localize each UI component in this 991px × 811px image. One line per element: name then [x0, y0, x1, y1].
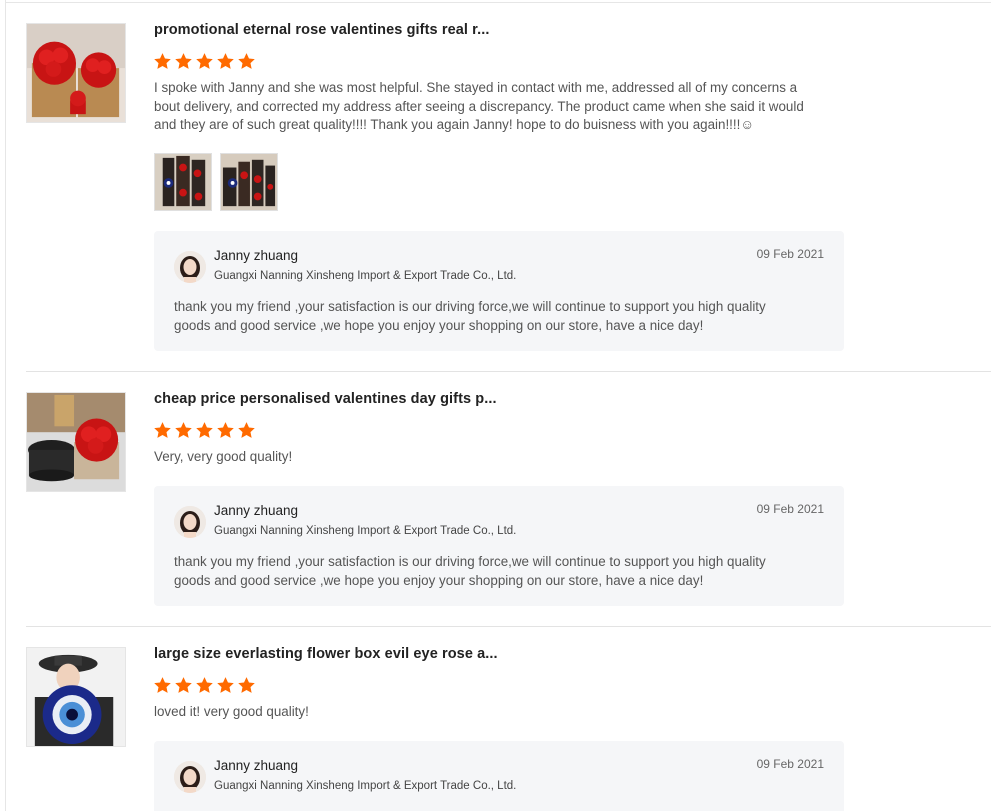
star-rating — [153, 676, 256, 696]
reply-author-name: Janny zhuang — [214, 758, 299, 773]
rose-box-image — [27, 393, 125, 491]
review-product-title[interactable]: cheap price personalised valentines day … — [154, 391, 497, 407]
reply-author-name: Janny zhuang — [214, 503, 299, 518]
star-icon — [174, 52, 193, 72]
review-text: Very, very good quality! — [154, 449, 293, 464]
star-icon — [153, 421, 172, 441]
seller-avatar-image — [174, 251, 206, 283]
star-icon — [195, 421, 214, 441]
star-rating — [153, 52, 256, 72]
product-thumbnail[interactable] — [26, 647, 126, 747]
avatar — [174, 251, 206, 283]
avatar — [174, 761, 206, 793]
star-icon — [216, 421, 235, 441]
review-item: promotional eternal rose valentines gift… — [0, 0, 991, 371]
review-item: cheap price personalised valentines day … — [0, 371, 991, 626]
star-icon — [174, 421, 193, 441]
star-icon — [237, 676, 256, 696]
seller-avatar-image — [174, 761, 206, 793]
reply-text: thank you my friend ,your satisfaction i… — [174, 299, 766, 333]
star-icon — [216, 52, 235, 72]
star-icon — [195, 676, 214, 696]
reviews-page: promotional eternal rose valentines gift… — [0, 0, 991, 811]
review-item: large size everlasting flower box evil e… — [0, 626, 991, 811]
reply-date: 09 Feb 2021 — [756, 502, 824, 516]
product-thumbnail[interactable] — [26, 23, 126, 123]
reply-date: 09 Feb 2021 — [756, 247, 824, 261]
star-icon — [216, 676, 235, 696]
reply-company-name: Guangxi Nanning Xinsheng Import & Export… — [214, 270, 517, 282]
evil-eye-rose-box-image — [27, 648, 125, 746]
review-product-title[interactable]: promotional eternal rose valentines gift… — [154, 22, 489, 38]
star-icon — [195, 52, 214, 72]
star-rating — [153, 421, 256, 441]
product-thumbnail[interactable] — [26, 392, 126, 492]
review-photo[interactable] — [220, 153, 278, 211]
star-icon — [153, 676, 172, 696]
seller-reply: Janny zhuang Guangxi Nanning Xinsheng Im… — [154, 231, 844, 351]
seller-reply: Janny zhuang Guangxi Nanning Xinsheng Im… — [154, 741, 844, 811]
review-text: loved it! very good quality! — [154, 704, 309, 719]
review-photo-image — [221, 154, 277, 210]
review-text: I spoke with Janny and she was most help… — [154, 80, 804, 132]
star-icon — [174, 676, 193, 696]
avatar — [174, 506, 206, 538]
review-product-title[interactable]: large size everlasting flower box evil e… — [154, 646, 498, 662]
review-photo-image — [155, 154, 211, 210]
reply-text: thank you my friend ,your satisfaction i… — [174, 554, 766, 588]
reply-date: 09 Feb 2021 — [756, 757, 824, 771]
red-rose-boxes-image — [27, 24, 125, 122]
reply-company-name: Guangxi Nanning Xinsheng Import & Export… — [214, 525, 517, 537]
seller-avatar-image — [174, 506, 206, 538]
reply-company-name: Guangxi Nanning Xinsheng Import & Export… — [214, 780, 517, 792]
star-icon — [153, 52, 172, 72]
reply-author-name: Janny zhuang — [214, 248, 299, 263]
star-icon — [237, 52, 256, 72]
star-icon — [237, 421, 256, 441]
seller-reply: Janny zhuang Guangxi Nanning Xinsheng Im… — [154, 486, 844, 606]
review-photo[interactable] — [154, 153, 212, 211]
